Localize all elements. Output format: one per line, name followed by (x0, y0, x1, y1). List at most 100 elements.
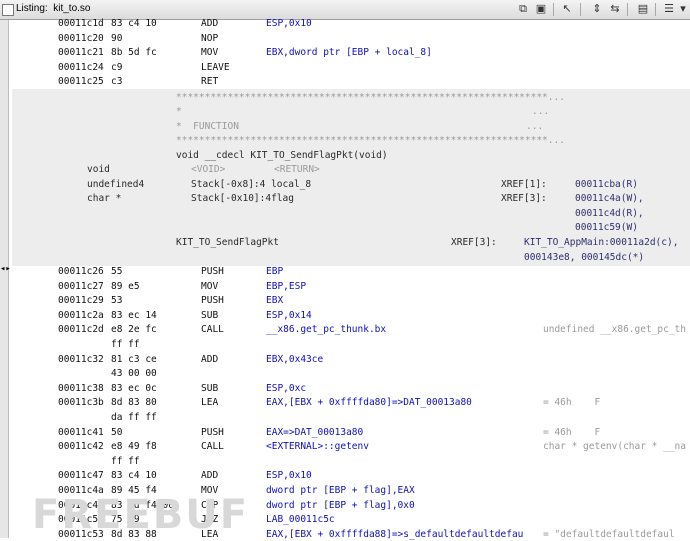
instruction-operands[interactable]: LAB_00011c5c (266, 514, 335, 526)
instruction-mnemonic[interactable]: PUSH (201, 427, 224, 439)
header-stars: ****************************************… (176, 92, 565, 103)
instruction-mnemonic[interactable]: CALL (201, 324, 224, 336)
xref-link[interactable]: 00011c59(W) (575, 222, 638, 234)
instruction-address[interactable]: 00011c47 (58, 470, 104, 482)
instruction-address[interactable]: 00011c32 (58, 354, 104, 366)
instruction-mnemonic[interactable]: PUSH (201, 295, 224, 307)
instruction-bytes[interactable]: 53 (111, 295, 122, 307)
instruction-operands[interactable]: EBP (266, 266, 283, 278)
xref-link[interactable]: 00011c4d(R), (575, 208, 644, 220)
paste-icon[interactable]: ▣ (534, 2, 548, 16)
instruction-mnemonic[interactable]: ADD (201, 470, 218, 482)
instruction-bytes[interactable]: 81 c3 ce (111, 354, 157, 366)
instruction-operands[interactable]: EBX,0x43ce (266, 354, 323, 366)
instruction-operands[interactable]: ESP,0x10 (266, 470, 312, 482)
navigate-icon[interactable]: ⇕ (590, 2, 604, 16)
listing-margin[interactable] (0, 20, 9, 538)
instruction-mnemonic[interactable]: NOP (201, 33, 218, 45)
xref-link[interactable]: 00011c4a(W), (575, 193, 644, 205)
instruction-operands[interactable]: __x86.get_pc_thunk.bx (266, 324, 386, 336)
instruction-address[interactable]: 00011c24 (58, 62, 104, 74)
instruction-address[interactable]: 00011c29 (58, 295, 104, 307)
instruction-mnemonic[interactable]: ADD (201, 354, 218, 366)
instruction-comment[interactable]: char * getenv(char * __na (543, 441, 686, 453)
snapshot-icon[interactable]: ▤ (636, 2, 650, 16)
instruction-operands[interactable]: EAX=>DAT_00013a80 (266, 427, 363, 439)
instruction-bytes[interactable]: 8d 83 80 (111, 397, 157, 409)
instruction-bytes[interactable]: c9 (111, 62, 122, 74)
function-label[interactable]: KIT_TO_SendFlagPkt (176, 237, 279, 249)
instruction-bytes[interactable]: 55 (111, 266, 122, 278)
instruction-mnemonic[interactable]: ADD (201, 18, 218, 30)
instruction-operands[interactable]: EBP,ESP (266, 281, 306, 293)
instruction-comment[interactable]: = 46h F (543, 397, 600, 409)
instruction-mnemonic[interactable]: RET (201, 76, 218, 88)
cursor-icon[interactable]: ↖ (560, 2, 574, 16)
instruction-mnemonic[interactable]: PUSH (201, 266, 224, 278)
instruction-operands[interactable]: EAX,[EBX + 0xffffda88]=>s_defaultdefault… (266, 529, 523, 541)
xref-label: XREF[3]: (501, 193, 547, 204)
instruction-bytes[interactable]: 8b 5d fc (111, 47, 157, 59)
instruction-mnemonic[interactable]: LEA (201, 397, 218, 409)
instruction-address[interactable]: 00011c38 (58, 383, 104, 395)
var-type: char * (87, 193, 122, 204)
instruction-address[interactable]: 00011c25 (58, 76, 104, 88)
instruction-address[interactable]: 00011c3b (58, 397, 104, 409)
instruction-bytes[interactable]: ff ff (111, 456, 140, 468)
copy-icon[interactable]: ⧉ (516, 2, 530, 16)
instruction-comment[interactable]: = "defaultdefaultdefaul (543, 529, 675, 541)
var-location[interactable]: Stack[-0x10]:4flag (191, 193, 294, 205)
instruction-bytes[interactable]: c3 (111, 76, 122, 88)
instruction-address[interactable]: 00011c21 (58, 47, 104, 59)
xref-label: XREF[1]: (501, 179, 547, 190)
instruction-comment[interactable]: undefined __x86.get_pc_th (543, 324, 686, 336)
instruction-operands[interactable]: <EXTERNAL>::getenv (266, 441, 369, 453)
listing-title: Listing: kit_to.so (16, 3, 91, 14)
instruction-mnemonic[interactable]: LEAVE (201, 62, 230, 74)
instruction-address[interactable]: 00011c26 (58, 266, 104, 278)
return-type: void (87, 164, 110, 175)
instruction-operands[interactable]: EBX (266, 295, 283, 307)
instruction-comment[interactable]: = 46h F (543, 427, 600, 439)
instruction-address[interactable]: 00011c27 (58, 281, 104, 293)
instruction-operands[interactable]: dword ptr [EBP + flag],EAX (266, 485, 415, 497)
instruction-bytes[interactable]: 90 (111, 33, 122, 45)
instruction-address[interactable]: 00011c42 (58, 441, 104, 453)
options-icon[interactable]: ☰ (662, 2, 676, 16)
xref-link[interactable]: 00011cba(R) (575, 179, 638, 191)
instruction-bytes[interactable]: ff ff (111, 339, 140, 351)
instruction-bytes[interactable]: 50 (111, 427, 122, 439)
instruction-operands[interactable]: dword ptr [EBP + flag],0x0 (266, 500, 415, 512)
diff-icon[interactable]: ⇆ (608, 2, 622, 16)
instruction-bytes[interactable]: 83 c4 10 (111, 18, 157, 30)
instruction-mnemonic[interactable]: MOV (201, 281, 218, 293)
instruction-operands[interactable]: EAX,[EBX + 0xffffda80]=>DAT_00013a80 (266, 397, 472, 409)
instruction-bytes[interactable]: 83 ec 0c (111, 383, 157, 395)
instruction-mnemonic[interactable]: MOV (201, 47, 218, 59)
instruction-bytes[interactable]: 83 ec 14 (111, 310, 157, 322)
var-location[interactable]: Stack[-0x8]:4 local_8 (191, 179, 311, 191)
instruction-bytes[interactable]: e8 49 f8 (111, 441, 157, 453)
instruction-address[interactable]: 00011c20 (58, 33, 104, 45)
instruction-address[interactable]: 00011c41 (58, 427, 104, 439)
xref-link[interactable]: KIT_TO_AppMain:00011a2d(c), (524, 237, 678, 249)
instruction-operands[interactable]: ESP,0xc (266, 383, 306, 395)
instruction-address[interactable]: 00011c2a (58, 310, 104, 322)
instruction-operands[interactable]: EBX,dword ptr [EBP + local_8] (266, 47, 432, 59)
instruction-mnemonic[interactable]: CALL (201, 441, 224, 453)
toolbar-separator (655, 3, 656, 16)
xref-link[interactable]: 000143e8, 000145dc(*) (524, 252, 644, 264)
instruction-address[interactable]: 00011c1d (58, 18, 104, 30)
instruction-address[interactable]: 00011c2d (58, 324, 104, 336)
instruction-operands[interactable]: ESP,0x10 (266, 18, 312, 30)
instruction-bytes[interactable]: 83 c4 10 (111, 470, 157, 482)
function-signature[interactable]: void __cdecl KIT_TO_SendFlagPkt(void) (176, 150, 388, 162)
instruction-mnemonic[interactable]: SUB (201, 310, 218, 322)
chevron-down-icon[interactable]: ▾ (678, 2, 688, 16)
instruction-operands[interactable]: ESP,0x14 (266, 310, 312, 322)
instruction-bytes[interactable]: da ff ff (111, 412, 157, 424)
instruction-bytes[interactable]: 43 00 00 (111, 368, 157, 380)
instruction-bytes[interactable]: e8 2e fc (111, 324, 157, 336)
instruction-bytes[interactable]: 89 e5 (111, 281, 140, 293)
instruction-mnemonic[interactable]: SUB (201, 383, 218, 395)
